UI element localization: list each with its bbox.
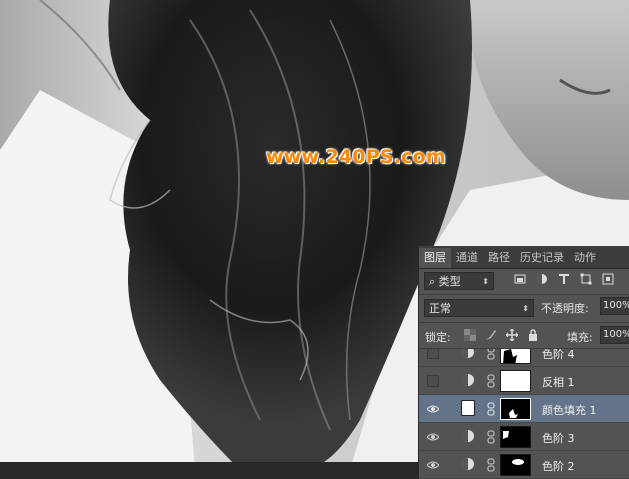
link-chain-icon[interactable]	[487, 402, 495, 416]
pixel-filter-icon[interactable]	[513, 272, 527, 286]
layer-row[interactable]: 反相 1	[419, 367, 629, 395]
eye-icon[interactable]	[427, 431, 439, 443]
eye-icon[interactable]	[427, 403, 439, 415]
type-filter-icon[interactable]	[557, 272, 571, 286]
chevron-updown-icon: ⬍	[522, 304, 529, 313]
filter-kind-value: 类型	[438, 275, 461, 288]
blend-row: 正常 ⬍ 不透明度: 100%	[419, 296, 629, 320]
link-chain-icon[interactable]	[487, 430, 495, 444]
tab-layers[interactable]: 图层	[419, 248, 451, 268]
smart-object-filter-icon[interactable]	[601, 272, 615, 286]
layer-row-selected[interactable]: 颜色填充 1	[419, 395, 629, 423]
lock-icons	[463, 328, 540, 342]
lock-label: 锁定:	[425, 331, 451, 344]
chevron-updown-icon: ⬍	[482, 277, 489, 286]
link-chain-icon[interactable]	[487, 349, 495, 360]
opacity-label: 不透明度:	[541, 302, 589, 315]
levels-adjustment-icon	[462, 430, 474, 442]
divider	[419, 294, 629, 295]
layer-name: 色阶 3	[542, 432, 575, 445]
blend-mode-select[interactable]: 正常 ⬍	[424, 299, 534, 317]
invert-adjustment-icon	[462, 374, 474, 386]
layers-panel: 图层 通道 路径 历史记录 动作 ⌕ 类型 ⬍ 正常 ⬍ 不透明度: 100% …	[418, 246, 629, 479]
tab-actions[interactable]: 动作	[569, 248, 601, 268]
tab-channels[interactable]: 通道	[451, 248, 483, 268]
lock-pixels-brush-icon[interactable]	[484, 328, 498, 342]
panel-tabs: 图层 通道 路径 历史记录 动作	[419, 246, 629, 269]
link-chain-icon[interactable]	[487, 458, 495, 472]
eye-icon[interactable]	[427, 459, 439, 471]
layer-mask-thumbnail[interactable]	[500, 426, 531, 448]
tab-paths[interactable]: 路径	[483, 248, 515, 268]
lock-transparent-icon[interactable]	[463, 328, 477, 342]
color-fill-swatch[interactable]	[461, 400, 475, 416]
blend-mode-value: 正常	[429, 302, 451, 315]
layer-mask-thumbnail[interactable]	[500, 349, 531, 364]
layer-name: 反相 1	[542, 376, 575, 389]
layer-row[interactable]: 色阶 2	[419, 451, 629, 479]
layer-name: 色阶 2	[542, 460, 575, 473]
fill-input[interactable]: 100%	[600, 326, 629, 344]
divider	[419, 322, 629, 323]
filter-kind-select[interactable]: ⌕ 类型 ⬍	[424, 272, 494, 290]
layer-row[interactable]: 色阶 4	[419, 349, 629, 367]
layer-mask-thumbnail[interactable]	[500, 454, 531, 476]
tab-history[interactable]: 历史记录	[515, 248, 569, 268]
filter-icons	[513, 272, 615, 286]
lock-all-icon[interactable]	[526, 328, 540, 342]
layer-row[interactable]: 色阶 3	[419, 423, 629, 451]
shape-filter-icon[interactable]	[579, 272, 593, 286]
layer-mask-thumbnail[interactable]	[500, 370, 531, 392]
layer-filter-row: ⌕ 类型 ⬍	[419, 269, 629, 293]
levels-adjustment-icon	[462, 458, 474, 470]
layer-mask-thumbnail[interactable]	[500, 398, 531, 420]
opacity-input[interactable]: 100%	[600, 297, 629, 315]
visibility-toggle[interactable]	[427, 375, 439, 387]
visibility-toggle[interactable]	[427, 349, 439, 359]
layers-list: 色阶 4 反相 1 颜色填充 1 色阶 3 色阶 2	[419, 349, 629, 479]
lock-row: 锁定: 填充: 100%	[419, 325, 629, 347]
layer-name: 色阶 4	[542, 349, 575, 361]
adjustment-filter-icon[interactable]	[535, 272, 549, 286]
search-icon: ⌕	[429, 275, 439, 288]
levels-adjustment-icon	[462, 349, 474, 358]
status-bar	[0, 462, 418, 479]
link-chain-icon[interactable]	[487, 374, 495, 388]
lock-position-move-icon[interactable]	[505, 328, 519, 342]
layer-name: 颜色填充 1	[542, 404, 597, 417]
fill-label: 填充:	[567, 331, 593, 344]
canvas-area: www.240PS.com 图层 通道 路径 历史记录 动作 ⌕ 类型 ⬍ 正常…	[0, 0, 629, 479]
watermark-text: www.240PS.com	[266, 146, 446, 168]
